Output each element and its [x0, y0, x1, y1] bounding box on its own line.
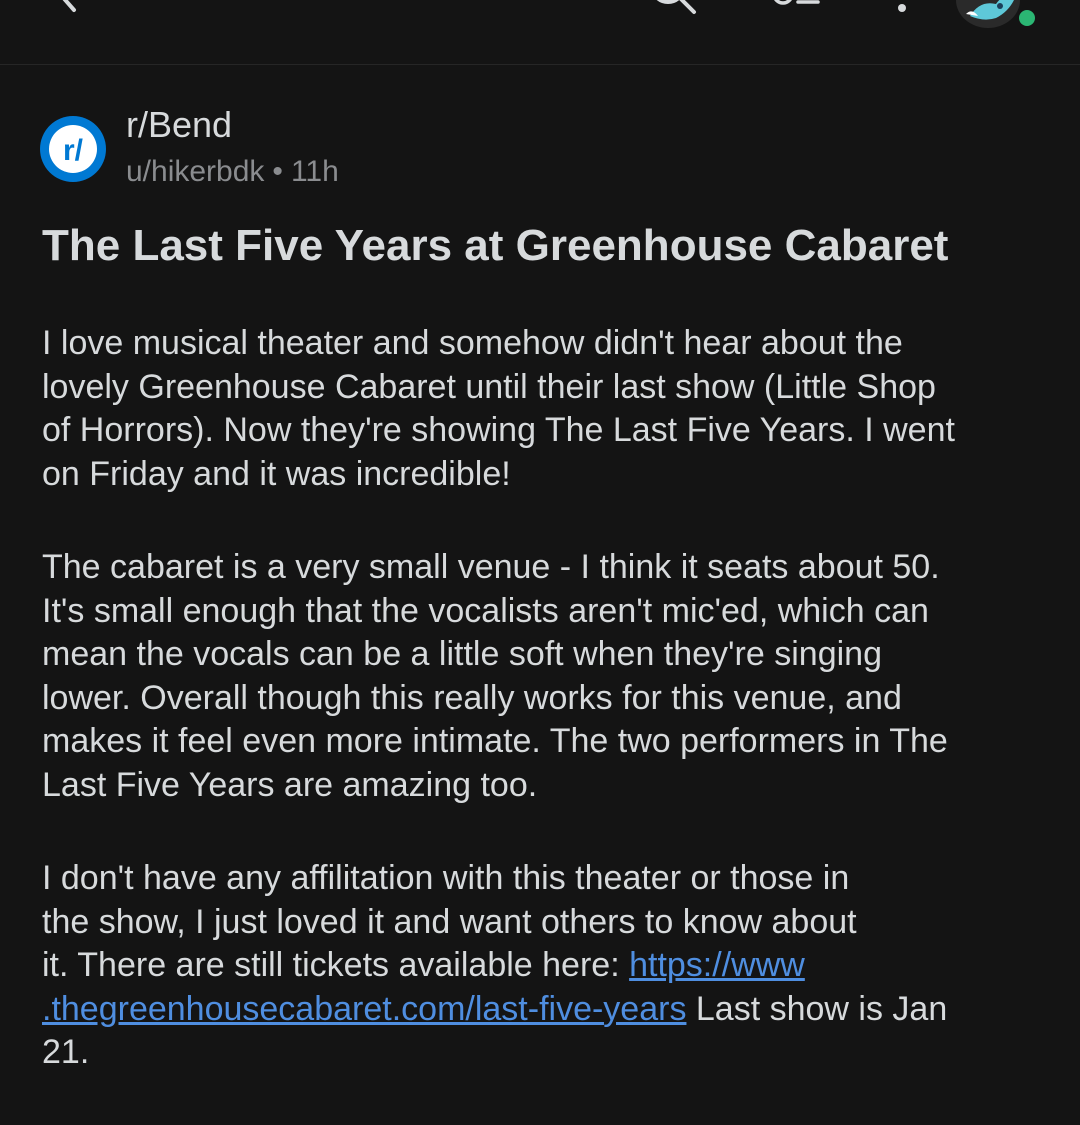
body-line: .thegreenhousecabaret.com/last-five-year… [42, 988, 1052, 1032]
paragraph-3: I don't have any affilitation with this … [42, 857, 1052, 1075]
body-line: lovely Greenhouse Cabaret until their la… [42, 367, 936, 406]
body-line: 21. [42, 1033, 90, 1071]
body-line: The cabaret is a very small venue - I th… [42, 548, 940, 586]
post-title: The Last Five Years at Greenhouse Cabare… [42, 221, 949, 270]
body-line: I don't have any affilitation with this … [42, 859, 850, 897]
body-line: on Friday and it was incredible! [42, 454, 511, 493]
body-text: Last show is Jan [686, 989, 948, 1028]
subreddit-icon[interactable]: r/ [40, 116, 106, 182]
body-line: the show, I just loved it and want other… [42, 902, 857, 941]
body-line: I love musical theater and somehow didn'… [42, 324, 903, 362]
meta-separator: • [272, 155, 283, 188]
ticket-link-part2[interactable]: .thegreenhousecabaret.com/last-five-year… [42, 990, 686, 1028]
avatar[interactable] [950, 0, 1040, 30]
online-status-dot [1019, 10, 1035, 26]
back-arrow-icon[interactable] [40, 0, 90, 20]
post-age: 11h [290, 155, 339, 188]
author-name[interactable]: u/hikerbdk [126, 155, 264, 188]
body-line: it. There are still tickets available he… [42, 944, 1052, 988]
post-meta: u/hikerbdk • 11h [126, 152, 339, 192]
body-line: mean the vocals can be a little soft whe… [42, 635, 882, 673]
body-line: lower. Overall though this really works … [42, 678, 902, 717]
post-body: I love musical theater and somehow didn'… [42, 322, 1052, 1125]
top-bar [0, 0, 1080, 65]
subreddit-icon-label: r/ [63, 134, 84, 167]
body-line: of Horrors). Now they're showing The Las… [42, 411, 955, 449]
body-line: It's small enough that the vocalists are… [42, 591, 929, 630]
paragraph-2: The cabaret is a very small venue - I th… [42, 546, 1052, 807]
search-icon[interactable] [640, 0, 700, 20]
more-icon[interactable] [890, 0, 914, 16]
sort-icon[interactable] [768, 0, 826, 20]
body-text: it. There are still tickets available he… [42, 946, 630, 984]
body-line: Last Five Years are amazing too. [42, 765, 538, 804]
paragraph-1: I love musical theater and somehow didn'… [42, 322, 1052, 496]
post-header: r/ r/Bend u/hikerbdk • 11h [40, 104, 1040, 194]
body-line: makes it feel even more intimate. The tw… [42, 722, 948, 760]
ticket-link-part1[interactable]: https://www [629, 946, 805, 984]
subreddit-name[interactable]: r/Bend [126, 104, 232, 146]
